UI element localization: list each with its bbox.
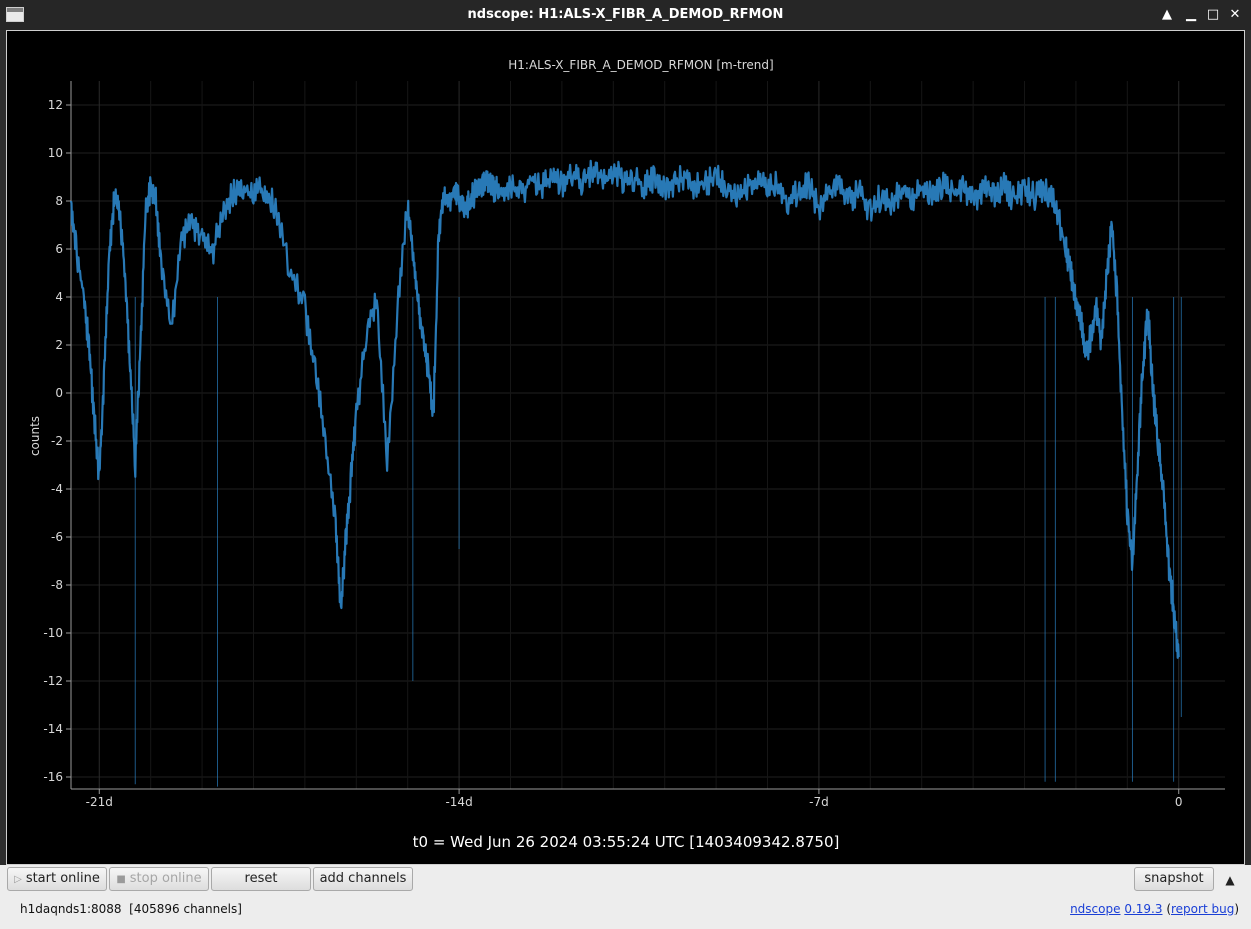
reset-button[interactable]: reset <box>211 867 311 891</box>
server-address: h1daqnds1:8088 <box>20 902 122 916</box>
x-tick-label: -14d <box>445 795 472 809</box>
y-tick-label: 12 <box>48 98 63 112</box>
app-window: ndscope: H1:ALS-X_FIBR_A_DEMOD_RFMON ▲ ▁… <box>0 0 1251 929</box>
y-tick-label: 2 <box>55 338 63 352</box>
about-links: ndscope 0.19.3 (report bug) <box>1070 902 1239 916</box>
keep-above-icon[interactable]: ▲ <box>1158 6 1176 24</box>
y-tick-label: -4 <box>51 482 63 496</box>
x-tick-label: 0 <box>1175 795 1183 809</box>
y-tick-label: -6 <box>51 530 63 544</box>
version-link[interactable]: 0.19.3 <box>1124 902 1162 916</box>
window-title: ndscope: H1:ALS-X_FIBR_A_DEMOD_RFMON <box>467 7 784 22</box>
plot-title: H1:ALS-X_FIBR_A_DEMOD_RFMON [m-trend] <box>508 58 773 72</box>
x-tick-label: -21d <box>86 795 113 809</box>
stop-icon: ■ <box>116 874 126 885</box>
t0-label: t0 = Wed Jun 26 2024 03:55:24 UTC [14034… <box>413 833 840 851</box>
start-online-button[interactable]: ▷ start online <box>7 867 107 891</box>
minimize-icon[interactable]: ▁ <box>1182 6 1200 24</box>
y-tick-label: -8 <box>51 578 63 592</box>
y-tick-label: -14 <box>43 722 63 736</box>
connection-status: h1daqnds1:8088 [405896 channels] <box>20 902 242 916</box>
control-bar: ▷ start online ■ stop online reset add cha… <box>0 865 1251 929</box>
expand-panel-icon[interactable]: ▲ <box>1221 873 1239 887</box>
x-tick-label: -7d <box>809 795 829 809</box>
add-channels-button[interactable]: add channels <box>313 867 413 891</box>
y-tick-label: -16 <box>43 770 63 784</box>
y-tick-label: -10 <box>43 626 63 640</box>
play-icon: ▷ <box>14 874 22 885</box>
y-tick-label: 0 <box>55 386 63 400</box>
report-bug-link[interactable]: report bug <box>1171 902 1234 916</box>
trend-plot[interactable]: 12 10 8 6 4 2 0 -2 -4 -6 -8 -10 -12 -14 -16 -21d -14d -7d… <box>7 31 1244 864</box>
snapshot-button[interactable]: snapshot <box>1134 867 1214 891</box>
channel-count: [405896 channels] <box>129 902 242 916</box>
y-tick-label: 8 <box>55 194 63 208</box>
y-tick-label: 10 <box>48 146 63 160</box>
y-tick-label: -12 <box>43 674 63 688</box>
plot-area[interactable]: 12 10 8 6 4 2 0 -2 -4 -6 -8 -10 -12 -14 -16 -21d -14d -7d… <box>6 30 1245 865</box>
y-tick-label: 6 <box>55 242 63 256</box>
y-tick-label: -2 <box>51 434 63 448</box>
start-online-label: start online <box>25 871 100 886</box>
y-axis-label: counts <box>28 416 42 456</box>
trend-series-line <box>69 159 1180 659</box>
title-bar[interactable]: ndscope: H1:ALS-X_FIBR_A_DEMOD_RFMON ▲ ▁… <box>0 0 1251 30</box>
ndscope-link[interactable]: ndscope <box>1070 902 1120 916</box>
y-tick-label: 4 <box>55 290 63 304</box>
close-icon[interactable]: ✕ <box>1226 6 1244 24</box>
stop-online-button[interactable]: ■ stop online <box>109 867 209 891</box>
stop-online-label: stop online <box>129 871 202 886</box>
maximize-icon[interactable]: □ <box>1204 6 1222 24</box>
